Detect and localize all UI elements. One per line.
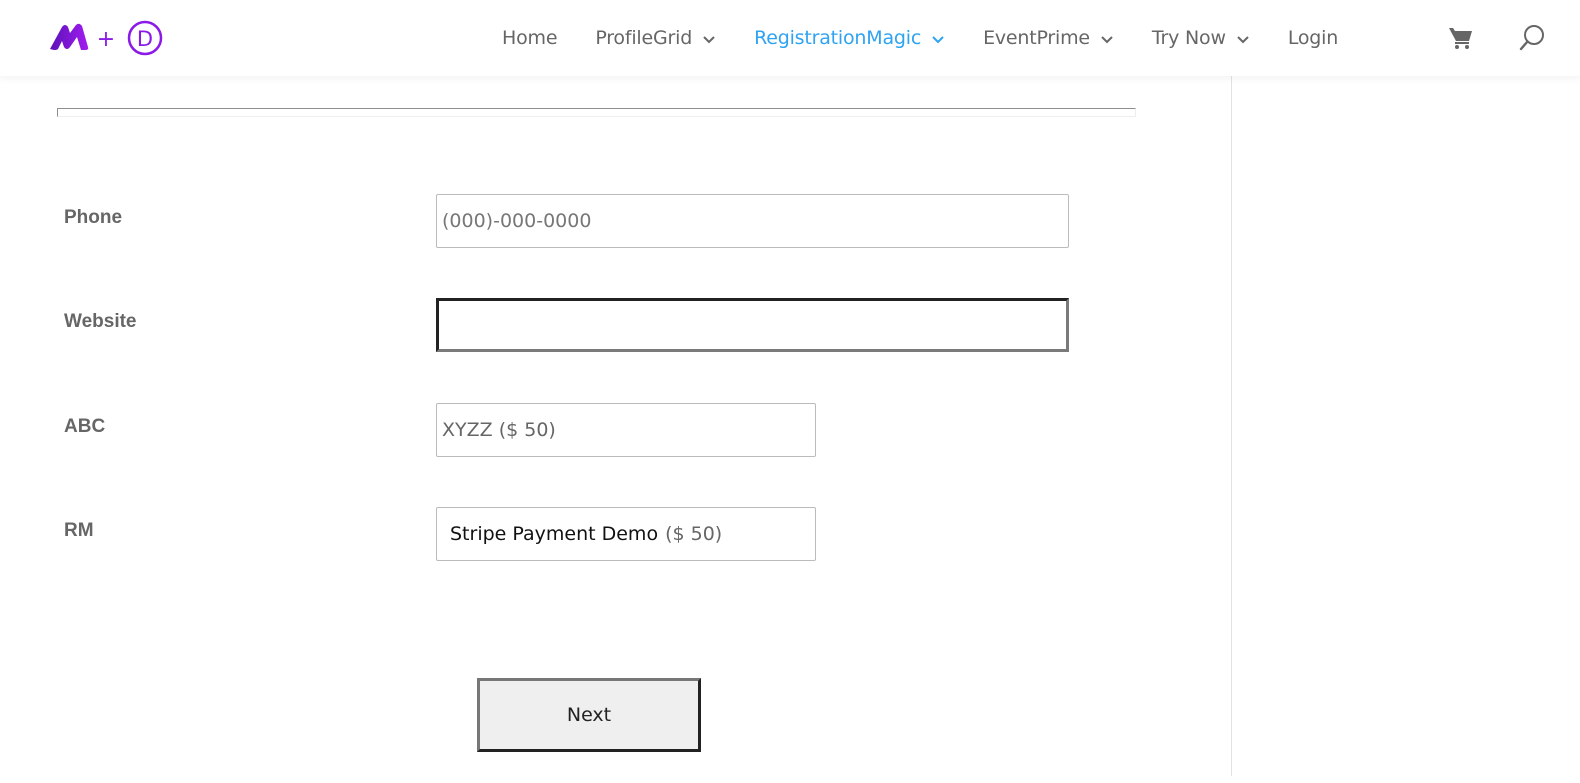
rm-product-price: ($ 50) [665,523,723,545]
nav-item-home[interactable]: Home [502,27,558,49]
website-label: Website [64,311,137,332]
phone-field[interactable] [436,194,1069,248]
chevron-down-icon [931,27,945,49]
search-icon[interactable] [1518,23,1546,53]
nav-item-label: ProfileGrid [595,27,693,49]
next-button[interactable]: Next [477,678,701,752]
cart-icon[interactable] [1448,26,1474,50]
sidebar-divider [1231,76,1232,776]
nav-item-profilegrid[interactable]: ProfileGrid [595,27,716,49]
chevron-down-icon [1236,27,1250,49]
nav-item-try-now[interactable]: Try Now [1152,27,1250,49]
nav-item-label: EventPrime [983,27,1090,49]
site-logo[interactable]: + D [48,19,166,57]
form-section-box [57,108,1136,117]
nav-item-eventprime[interactable]: EventPrime [983,27,1114,49]
chevron-down-icon [1100,27,1114,49]
rm-field[interactable]: Stripe Payment Demo ($ 50) [436,507,816,561]
nav-item-label: Try Now [1151,27,1226,49]
nav-item-label: Home [502,27,558,49]
website-input[interactable] [444,301,1066,349]
logo-letter: D [137,27,153,51]
website-field[interactable] [436,298,1069,352]
abc-value: XYZZ ($ 50) [442,419,556,441]
rm-product-name: Stripe Payment Demo [450,523,659,545]
main-nav: Home ProfileGrid RegistrationMagic Event… [502,0,1376,76]
magic-plus-divi-logo-icon: + D [50,20,163,56]
abc-field[interactable]: XYZZ ($ 50) [436,403,816,457]
logo-plus: + [97,27,115,52]
phone-label: Phone [64,207,123,228]
phone-input[interactable] [442,195,1068,247]
abc-label: ABC [64,416,106,437]
nav-item-label: Login [1287,27,1339,49]
nav-item-login[interactable]: Login [1288,27,1338,49]
chevron-down-icon [702,27,716,49]
rm-label: RM [64,520,94,541]
nav-item-registrationmagic[interactable]: RegistrationMagic [754,27,945,49]
nav-item-label: RegistrationMagic [754,27,922,49]
site-header: + D Home ProfileGrid RegistrationMagic E… [0,0,1580,76]
